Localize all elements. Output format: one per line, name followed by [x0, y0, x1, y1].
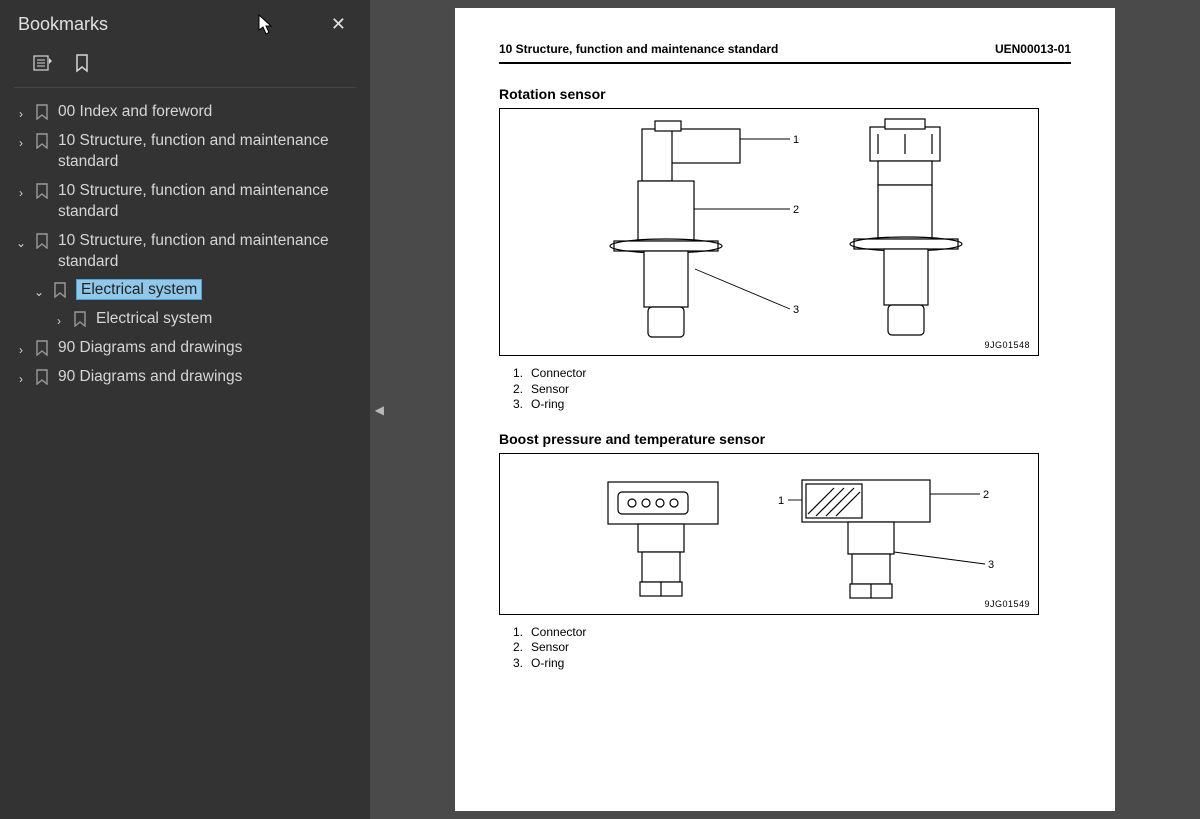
figure-boost-sensor: 1 2 3 9JG01549: [499, 453, 1039, 615]
chevron-right-icon[interactable]: ›: [48, 309, 70, 329]
bookmark-icon: [32, 338, 52, 356]
bookmarks-toolbar: [14, 47, 356, 88]
chevron-down-icon[interactable]: ⌄: [10, 231, 32, 251]
collapse-sidebar-icon[interactable]: ◀: [375, 403, 384, 417]
bookmark-label: Electrical system: [90, 309, 360, 330]
bookmark-icon: [32, 367, 52, 385]
chevron-right-icon[interactable]: ›: [10, 367, 32, 387]
svg-text:3: 3: [793, 304, 799, 316]
bookmark-icon: [32, 181, 52, 199]
bookmark-label: Electrical system: [70, 280, 360, 301]
bookmark-item[interactable]: › 90 Diagrams and drawings: [8, 334, 362, 363]
bookmark-label: 90 Diagrams and drawings: [52, 338, 360, 359]
svg-text:1: 1: [778, 495, 784, 507]
section-title: Boost pressure and temperature sensor: [499, 431, 1071, 447]
bookmark-label: 10 Structure, function and maintenance s…: [52, 231, 360, 273]
pdf-page: 10 Structure, function and maintenance s…: [455, 8, 1115, 811]
page-header: 10 Structure, function and maintenance s…: [499, 42, 1071, 64]
chevron-right-icon[interactable]: ›: [10, 102, 32, 122]
bookmark-icon: [70, 309, 90, 327]
bookmark-label: 10 Structure, function and maintenance s…: [52, 131, 360, 173]
bookmark-item-selected[interactable]: ⌄ Electrical system: [8, 276, 362, 305]
document-viewport[interactable]: 10 Structure, function and maintenance s…: [370, 0, 1200, 819]
bookmark-label: 00 Index and foreword: [52, 102, 360, 123]
bookmark-icon: [50, 280, 70, 298]
chevron-right-icon[interactable]: ›: [10, 338, 32, 358]
bookmark-item[interactable]: › 90 Diagrams and drawings: [8, 363, 362, 392]
bookmark-item[interactable]: › 00 Index and foreword: [8, 98, 362, 127]
svg-text:1: 1: [793, 134, 799, 146]
page-header-left: 10 Structure, function and maintenance s…: [499, 42, 778, 56]
figure-code: 9JG01549: [984, 599, 1030, 609]
svg-text:3: 3: [988, 559, 994, 571]
parts-list: 1.Connector 2.Sensor 3.O-ring: [505, 625, 1071, 672]
svg-text:2: 2: [793, 204, 799, 216]
bookmark-item[interactable]: › Electrical system: [8, 305, 362, 334]
bookmarks-title: Bookmarks: [18, 14, 108, 35]
close-icon[interactable]: ✕: [325, 12, 352, 37]
bookmarks-panel: Bookmarks ✕ › 00 Index and foreword › 10…: [0, 0, 370, 819]
section-title: Rotation sensor: [499, 86, 1071, 102]
outline-options-icon[interactable]: [32, 53, 54, 75]
bookmark-item[interactable]: › 10 Structure, function and maintenance…: [8, 127, 362, 177]
bookmark-item[interactable]: ⌄ 10 Structure, function and maintenance…: [8, 227, 362, 277]
page-header-right: UEN00013-01: [995, 42, 1071, 56]
find-bookmark-icon[interactable]: [72, 53, 94, 75]
chevron-down-icon[interactable]: ⌄: [28, 280, 50, 300]
bookmark-icon: [32, 231, 52, 249]
bookmark-item[interactable]: › 10 Structure, function and maintenance…: [8, 177, 362, 227]
bookmark-list[interactable]: › 00 Index and foreword › 10 Structure, …: [0, 94, 370, 396]
figure-code: 9JG01548: [984, 340, 1030, 350]
parts-list: 1.Connector 2.Sensor 3.O-ring: [505, 366, 1071, 413]
bookmark-icon: [32, 131, 52, 149]
chevron-right-icon[interactable]: ›: [10, 131, 32, 151]
figure-rotation-sensor: 1 2 3: [499, 108, 1039, 356]
chevron-right-icon[interactable]: ›: [10, 181, 32, 201]
bookmark-label: 90 Diagrams and drawings: [52, 367, 360, 388]
svg-text:2: 2: [983, 489, 989, 501]
bookmarks-header: Bookmarks ✕: [0, 0, 370, 47]
bookmark-label: 10 Structure, function and maintenance s…: [52, 181, 360, 223]
bookmark-icon: [32, 102, 52, 120]
